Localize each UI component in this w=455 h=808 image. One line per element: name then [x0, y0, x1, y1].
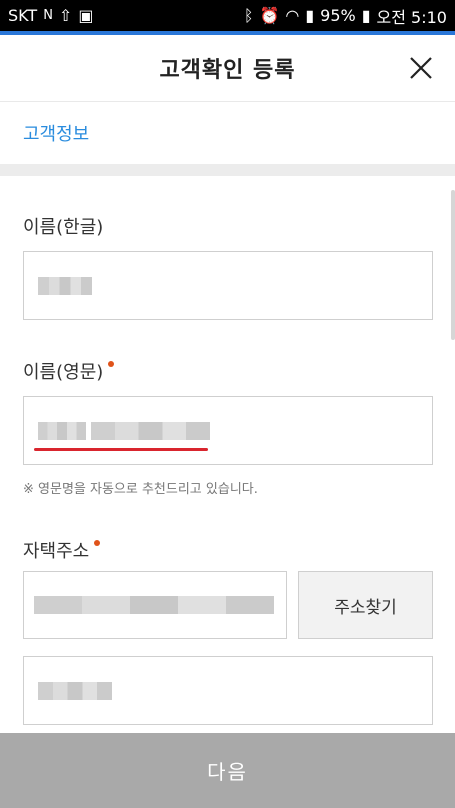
address-label: 자택주소	[23, 537, 101, 563]
status-left: SKT N ⇧ ▣	[8, 6, 93, 25]
section-tab-label: 고객정보	[23, 124, 90, 145]
name-english-label-text: 이름(영문)	[23, 362, 104, 383]
redacted-value	[38, 276, 92, 295]
wifi-icon: ◠	[285, 6, 300, 25]
next-button-label: 다음	[207, 760, 248, 784]
spellcheck-underline	[34, 448, 208, 451]
carrier-label: SKT	[8, 6, 38, 25]
name-korean-label: 이름(한글)	[23, 213, 103, 239]
scrollbar[interactable]	[451, 190, 455, 340]
signal-icon: ▮	[305, 6, 315, 25]
battery-percent: 95%	[320, 6, 356, 25]
address-label-text: 자택주소	[23, 541, 90, 562]
redacted-value	[34, 596, 274, 614]
section-tab-customer-info[interactable]: 고객정보	[0, 102, 455, 164]
close-icon[interactable]	[409, 56, 433, 80]
alarm-icon: ⏰	[259, 6, 280, 25]
name-english-label: 이름(영문)	[23, 358, 115, 384]
required-indicator	[108, 361, 115, 367]
status-bar: SKT N ⇧ ▣ ᛒ ⏰ ◠ ▮ 95% ▮ 오전 5:10	[0, 0, 455, 31]
clock: 오전 5:10	[376, 7, 447, 27]
address-detail-field[interactable]	[23, 656, 433, 725]
address-field[interactable]	[23, 571, 287, 639]
name-english-field[interactable]	[23, 396, 433, 465]
address-search-button[interactable]: 주소찾기	[298, 571, 433, 639]
address-search-label: 주소찾기	[334, 597, 397, 618]
next-button[interactable]: 다음	[0, 733, 455, 808]
nfc-icon: N	[43, 8, 53, 23]
required-indicator	[94, 540, 101, 546]
bluetooth-icon: ᛒ	[243, 6, 254, 25]
name-korean-field[interactable]	[23, 251, 433, 320]
upload-icon: ⇧	[58, 6, 73, 25]
redacted-value	[38, 421, 86, 440]
gallery-icon: ▣	[78, 6, 94, 25]
battery-icon: ▮	[361, 6, 371, 25]
redacted-value	[91, 421, 210, 440]
page-header: 고객확인 등록	[0, 35, 455, 102]
status-right: ᛒ ⏰ ◠ ▮ 95% ▮ 오전 5:10	[244, 4, 447, 28]
name-english-hint: ※ 영문명을 자동으로 추천드리고 있습니다.	[23, 482, 258, 497]
page-title: 고객확인 등록	[159, 58, 296, 83]
name-korean-label-text: 이름(한글)	[23, 217, 104, 238]
section-divider	[0, 164, 455, 176]
redacted-value	[38, 681, 112, 700]
